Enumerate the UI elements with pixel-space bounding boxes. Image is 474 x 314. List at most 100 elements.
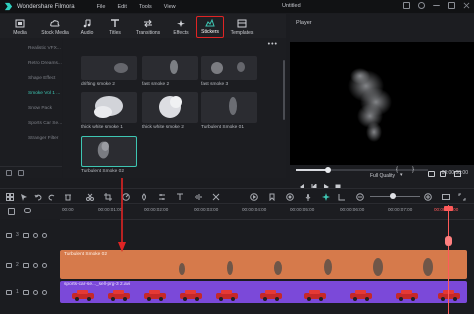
menu-bar: File Edit Tools View: [97, 4, 176, 10]
audio-tool-icon[interactable]: [194, 193, 202, 201]
sticker-label-turbulent-smoke-02: Turbulent Smoke 02: [81, 169, 125, 174]
video-clip[interactable]: sports-car-se..._sell-prg-3 2.avi: [60, 281, 467, 303]
tab-media[interactable]: Media: [4, 16, 36, 38]
ai-tool-icon[interactable]: [322, 193, 330, 201]
ruler-label-2: 00:00:02:00: [144, 207, 169, 212]
ruler-label-4: 00:00:04:00: [242, 207, 267, 212]
stickers-icon: [205, 18, 215, 27]
ruler-label-5: 00:00:05:00: [290, 207, 315, 212]
volume-icon[interactable]: [440, 171, 446, 177]
expand-icon[interactable]: [458, 193, 466, 201]
tab-transitions[interactable]: Transitions: [130, 16, 166, 38]
smoke-preview-image: [348, 68, 392, 142]
lock-icon[interactable]: [32, 262, 38, 268]
mark-out-button[interactable]: }: [412, 167, 414, 173]
tab-titles[interactable]: Titles: [100, 16, 130, 38]
close-icon[interactable]: [463, 2, 470, 9]
folder-icon[interactable]: [6, 169, 12, 176]
timeline-zoom-knob[interactable]: [389, 193, 396, 199]
split-icon[interactable]: [86, 193, 94, 201]
add-track-icon[interactable]: [8, 208, 15, 215]
ruler-label-6: 00:00:06:00: [340, 207, 365, 212]
lock-icon[interactable]: [32, 232, 38, 238]
menu-file[interactable]: File: [97, 4, 106, 10]
zoom-out-icon[interactable]: [356, 193, 364, 201]
collapse-icon[interactable]: [18, 169, 24, 176]
sticker-tile-thick-white-smoke-1[interactable]: [81, 92, 137, 123]
eye-icon[interactable]: [41, 289, 47, 295]
more-tools-icon[interactable]: [212, 193, 220, 201]
category-retro-dreams[interactable]: Retro Dreams...: [0, 56, 62, 71]
eye-icon[interactable]: [41, 262, 47, 268]
sidebar-footer: [0, 166, 62, 178]
sticker-label-drifting-smoke-2: drifting smoke 2: [81, 82, 115, 87]
category-sports-car[interactable]: Sports Car Se...: [0, 116, 62, 131]
menu-edit[interactable]: Edit: [117, 4, 126, 10]
undo-icon[interactable]: [34, 193, 42, 201]
playhead-marker[interactable]: [444, 206, 453, 211]
adjust-icon[interactable]: [158, 193, 166, 201]
color-icon[interactable]: [140, 193, 148, 201]
category-realistic-vfx[interactable]: Realistic VFX...: [0, 41, 62, 56]
crop-icon[interactable]: [104, 193, 112, 201]
link-icon[interactable]: [24, 208, 31, 213]
text-tool-icon[interactable]: [176, 193, 184, 201]
tab-effects[interactable]: Effects: [166, 16, 196, 38]
menu-tools[interactable]: Tools: [139, 4, 152, 10]
more-options-icon[interactable]: •••: [268, 41, 278, 48]
tab-audio[interactable]: Audio: [74, 16, 100, 38]
category-stranger-filter[interactable]: Stranger Filter: [0, 131, 62, 146]
player-progress-bar[interactable]: [296, 167, 428, 173]
timeline-settings-icon[interactable]: [442, 193, 450, 201]
zoom-in-icon[interactable]: [424, 193, 432, 201]
sticker-tile-smoke-top-3[interactable]: [201, 56, 257, 80]
quality-dropdown[interactable]: Full Quality: [370, 173, 395, 179]
snapshot-icon[interactable]: [428, 171, 435, 177]
timeline-ruler[interactable]: 00:00 00:00:01:00 00:00:02:00 00:00:03:0…: [0, 205, 474, 219]
ruler-label-3: 00:00:03:00: [194, 207, 219, 212]
maximize-icon[interactable]: [448, 2, 455, 9]
tab-templates[interactable]: Templates: [224, 16, 260, 38]
title-bar: Wondershare Filmora File Edit Tools View…: [0, 0, 474, 13]
category-snow-pack[interactable]: Snow Pack: [0, 101, 62, 116]
profile-icon[interactable]: [418, 2, 425, 9]
tab-stock-media[interactable]: Stock Media: [36, 16, 74, 38]
sticker-tile-smoke-top-2[interactable]: [142, 56, 198, 80]
tab-stickers[interactable]: Stickers: [196, 16, 224, 38]
redo-icon[interactable]: [48, 193, 56, 201]
marker-icon[interactable]: [268, 193, 276, 201]
layout-icon[interactable]: [403, 2, 410, 9]
delete-icon[interactable]: [64, 193, 72, 201]
menu-view[interactable]: View: [164, 4, 176, 10]
sticker-tile-thick-white-smoke-2[interactable]: [142, 92, 198, 123]
mask-icon[interactable]: [286, 193, 294, 201]
player-progress-knob[interactable]: [324, 167, 331, 173]
mark-in-button[interactable]: {: [396, 167, 398, 173]
tab-effects-label: Effects: [173, 30, 189, 36]
sticker-tile-smoke-top-1[interactable]: [81, 56, 137, 80]
voiceover-icon[interactable]: [304, 193, 312, 201]
track-number-2: 2: [16, 262, 19, 268]
grid-scrollbar[interactable]: [283, 60, 285, 120]
minimize-icon[interactable]: [433, 2, 440, 6]
playhead-line[interactable]: [448, 205, 449, 314]
category-shape-effect[interactable]: Shape Effect: [0, 71, 62, 86]
folder-icon[interactable]: [22, 232, 29, 238]
category-smoke-vol-1[interactable]: Smoke Vol 1 ...: [0, 86, 62, 101]
snap-icon[interactable]: [338, 193, 346, 201]
folder-icon[interactable]: [22, 289, 29, 295]
render-icon[interactable]: [250, 193, 258, 201]
fullscreen-icon[interactable]: [454, 171, 461, 177]
lock-icon[interactable]: [32, 289, 38, 295]
sticker-grid: ••• drifting smoke 2 fast smoke 2 fast s…: [63, 38, 286, 178]
grid-layout-icon[interactable]: [6, 193, 14, 201]
quality-chevron-down-icon[interactable]: ▾: [400, 172, 403, 178]
sticker-clip[interactable]: Turbulent Smoke 02: [60, 250, 467, 279]
select-tool-icon[interactable]: [20, 193, 28, 201]
sticker-tile-turbulent-smoke-02[interactable]: [81, 136, 137, 167]
sticker-label-fast-smoke-3: fast smoke 3: [201, 82, 229, 87]
playhead-handle[interactable]: [445, 236, 452, 246]
folder-icon[interactable]: [22, 262, 29, 268]
eye-icon[interactable]: [41, 232, 47, 238]
sticker-tile-turbulent-smoke-01[interactable]: [201, 92, 257, 123]
